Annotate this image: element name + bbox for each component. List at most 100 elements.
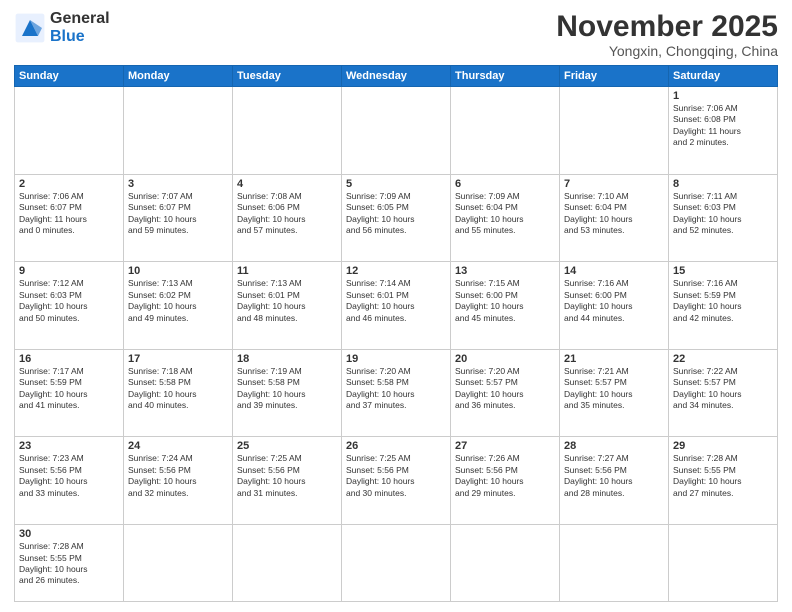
day-number: 14 [564, 265, 664, 277]
calendar-cell: 10Sunrise: 7:13 AM Sunset: 6:02 PM Dayli… [124, 262, 233, 350]
day-number: 6 [455, 178, 555, 190]
calendar-cell: 15Sunrise: 7:16 AM Sunset: 5:59 PM Dayli… [669, 262, 778, 350]
day-number: 4 [237, 178, 337, 190]
weekday-header-thursday: Thursday [451, 66, 560, 87]
calendar-cell: 4Sunrise: 7:08 AM Sunset: 6:06 PM Daylig… [233, 174, 342, 262]
calendar-cell: 8Sunrise: 7:11 AM Sunset: 6:03 PM Daylig… [669, 174, 778, 262]
calendar-cell: 1Sunrise: 7:06 AM Sunset: 6:08 PM Daylig… [669, 87, 778, 175]
weekday-header-wednesday: Wednesday [342, 66, 451, 87]
day-info: Sunrise: 7:07 AM Sunset: 6:07 PM Dayligh… [128, 191, 228, 237]
day-info: Sunrise: 7:28 AM Sunset: 5:55 PM Dayligh… [19, 541, 119, 587]
day-info: Sunrise: 7:16 AM Sunset: 6:00 PM Dayligh… [564, 278, 664, 324]
day-number: 20 [455, 353, 555, 365]
calendar-cell: 23Sunrise: 7:23 AM Sunset: 5:56 PM Dayli… [15, 437, 124, 525]
calendar-cell: 17Sunrise: 7:18 AM Sunset: 5:58 PM Dayli… [124, 349, 233, 437]
week-row-6: 30Sunrise: 7:28 AM Sunset: 5:55 PM Dayli… [15, 525, 778, 602]
weekday-header-sunday: Sunday [15, 66, 124, 87]
day-info: Sunrise: 7:08 AM Sunset: 6:06 PM Dayligh… [237, 191, 337, 237]
calendar-cell [233, 87, 342, 175]
calendar-cell [124, 87, 233, 175]
week-row-4: 16Sunrise: 7:17 AM Sunset: 5:59 PM Dayli… [15, 349, 778, 437]
logo-area: General Blue [14, 10, 110, 45]
calendar-table: SundayMondayTuesdayWednesdayThursdayFrid… [14, 65, 778, 602]
calendar-cell: 9Sunrise: 7:12 AM Sunset: 6:03 PM Daylig… [15, 262, 124, 350]
calendar-cell: 5Sunrise: 7:09 AM Sunset: 6:05 PM Daylig… [342, 174, 451, 262]
calendar-cell [233, 525, 342, 602]
calendar-cell: 18Sunrise: 7:19 AM Sunset: 5:58 PM Dayli… [233, 349, 342, 437]
day-info: Sunrise: 7:20 AM Sunset: 5:57 PM Dayligh… [455, 366, 555, 412]
day-info: Sunrise: 7:06 AM Sunset: 6:07 PM Dayligh… [19, 191, 119, 237]
day-number: 24 [128, 440, 228, 452]
calendar-cell: 28Sunrise: 7:27 AM Sunset: 5:56 PM Dayli… [560, 437, 669, 525]
calendar-cell [560, 525, 669, 602]
main-title: November 2025 [556, 10, 778, 43]
day-number: 13 [455, 265, 555, 277]
day-info: Sunrise: 7:25 AM Sunset: 5:56 PM Dayligh… [346, 453, 446, 499]
day-number: 21 [564, 353, 664, 365]
calendar-cell: 13Sunrise: 7:15 AM Sunset: 6:00 PM Dayli… [451, 262, 560, 350]
logo-icon [14, 12, 46, 44]
calendar-cell: 14Sunrise: 7:16 AM Sunset: 6:00 PM Dayli… [560, 262, 669, 350]
day-number: 2 [19, 178, 119, 190]
weekday-header-monday: Monday [124, 66, 233, 87]
day-info: Sunrise: 7:21 AM Sunset: 5:57 PM Dayligh… [564, 366, 664, 412]
calendar-cell: 22Sunrise: 7:22 AM Sunset: 5:57 PM Dayli… [669, 349, 778, 437]
day-number: 18 [237, 353, 337, 365]
calendar-cell [15, 87, 124, 175]
day-info: Sunrise: 7:06 AM Sunset: 6:08 PM Dayligh… [673, 103, 773, 149]
calendar-cell: 20Sunrise: 7:20 AM Sunset: 5:57 PM Dayli… [451, 349, 560, 437]
calendar-cell: 30Sunrise: 7:28 AM Sunset: 5:55 PM Dayli… [15, 525, 124, 602]
weekday-header-tuesday: Tuesday [233, 66, 342, 87]
day-info: Sunrise: 7:17 AM Sunset: 5:59 PM Dayligh… [19, 366, 119, 412]
day-info: Sunrise: 7:11 AM Sunset: 6:03 PM Dayligh… [673, 191, 773, 237]
day-info: Sunrise: 7:13 AM Sunset: 6:02 PM Dayligh… [128, 278, 228, 324]
calendar-cell: 16Sunrise: 7:17 AM Sunset: 5:59 PM Dayli… [15, 349, 124, 437]
calendar-cell: 29Sunrise: 7:28 AM Sunset: 5:55 PM Dayli… [669, 437, 778, 525]
day-info: Sunrise: 7:27 AM Sunset: 5:56 PM Dayligh… [564, 453, 664, 499]
day-number: 19 [346, 353, 446, 365]
day-number: 22 [673, 353, 773, 365]
week-row-2: 2Sunrise: 7:06 AM Sunset: 6:07 PM Daylig… [15, 174, 778, 262]
day-info: Sunrise: 7:19 AM Sunset: 5:58 PM Dayligh… [237, 366, 337, 412]
calendar-cell: 6Sunrise: 7:09 AM Sunset: 6:04 PM Daylig… [451, 174, 560, 262]
day-info: Sunrise: 7:23 AM Sunset: 5:56 PM Dayligh… [19, 453, 119, 499]
calendar-cell: 11Sunrise: 7:13 AM Sunset: 6:01 PM Dayli… [233, 262, 342, 350]
header: General Blue November 2025 Yongxin, Chon… [14, 10, 778, 59]
day-number: 1 [673, 90, 773, 102]
day-number: 25 [237, 440, 337, 452]
calendar-cell: 3Sunrise: 7:07 AM Sunset: 6:07 PM Daylig… [124, 174, 233, 262]
calendar-cell [451, 525, 560, 602]
day-number: 15 [673, 265, 773, 277]
day-info: Sunrise: 7:14 AM Sunset: 6:01 PM Dayligh… [346, 278, 446, 324]
day-number: 11 [237, 265, 337, 277]
calendar-cell: 26Sunrise: 7:25 AM Sunset: 5:56 PM Dayli… [342, 437, 451, 525]
logo-text: General Blue [50, 10, 110, 45]
day-info: Sunrise: 7:16 AM Sunset: 5:59 PM Dayligh… [673, 278, 773, 324]
day-number: 16 [19, 353, 119, 365]
calendar-cell: 19Sunrise: 7:20 AM Sunset: 5:58 PM Dayli… [342, 349, 451, 437]
calendar-cell [342, 87, 451, 175]
day-info: Sunrise: 7:13 AM Sunset: 6:01 PM Dayligh… [237, 278, 337, 324]
day-number: 28 [564, 440, 664, 452]
calendar-cell: 7Sunrise: 7:10 AM Sunset: 6:04 PM Daylig… [560, 174, 669, 262]
day-number: 10 [128, 265, 228, 277]
day-number: 17 [128, 353, 228, 365]
calendar-cell: 21Sunrise: 7:21 AM Sunset: 5:57 PM Dayli… [560, 349, 669, 437]
day-info: Sunrise: 7:20 AM Sunset: 5:58 PM Dayligh… [346, 366, 446, 412]
week-row-1: 1Sunrise: 7:06 AM Sunset: 6:08 PM Daylig… [15, 87, 778, 175]
title-area: November 2025 Yongxin, Chongqing, China [556, 10, 778, 59]
day-number: 8 [673, 178, 773, 190]
calendar-cell: 2Sunrise: 7:06 AM Sunset: 6:07 PM Daylig… [15, 174, 124, 262]
day-info: Sunrise: 7:10 AM Sunset: 6:04 PM Dayligh… [564, 191, 664, 237]
calendar-cell [451, 87, 560, 175]
day-number: 3 [128, 178, 228, 190]
day-info: Sunrise: 7:25 AM Sunset: 5:56 PM Dayligh… [237, 453, 337, 499]
day-info: Sunrise: 7:12 AM Sunset: 6:03 PM Dayligh… [19, 278, 119, 324]
day-number: 23 [19, 440, 119, 452]
weekday-header-row: SundayMondayTuesdayWednesdayThursdayFrid… [15, 66, 778, 87]
day-number: 9 [19, 265, 119, 277]
day-number: 12 [346, 265, 446, 277]
calendar-cell: 25Sunrise: 7:25 AM Sunset: 5:56 PM Dayli… [233, 437, 342, 525]
day-info: Sunrise: 7:15 AM Sunset: 6:00 PM Dayligh… [455, 278, 555, 324]
day-number: 26 [346, 440, 446, 452]
